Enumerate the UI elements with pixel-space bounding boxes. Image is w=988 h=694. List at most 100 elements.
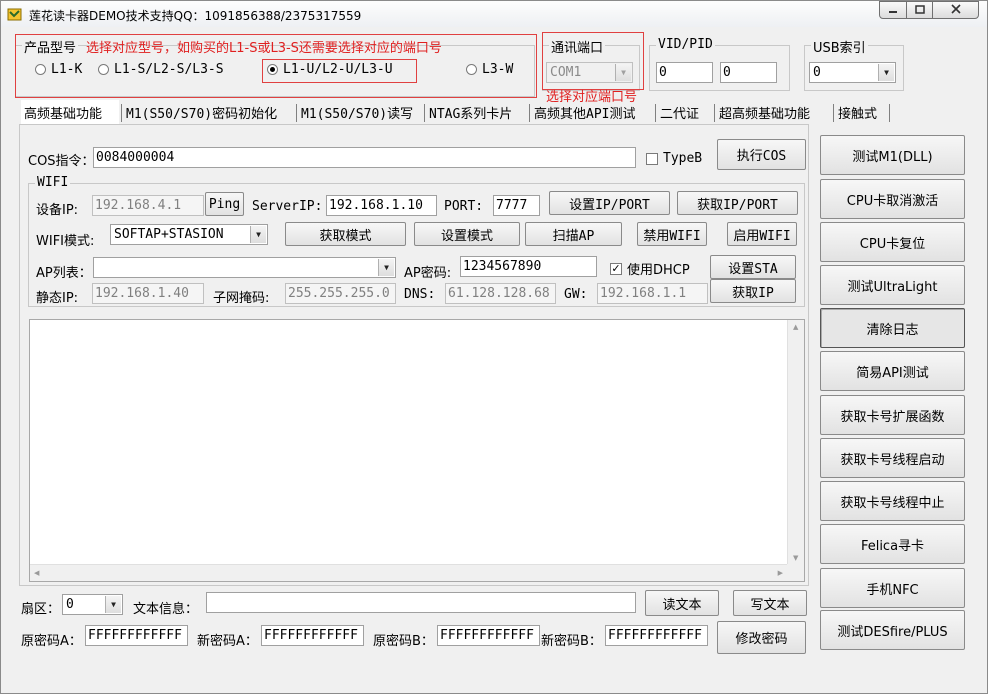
ap-password-input[interactable]: 1234567890 (460, 256, 597, 277)
get-ip-port-button[interactable]: 获取IP/PORT (677, 191, 798, 215)
exec-cos-button[interactable]: 执行COS (717, 139, 806, 170)
cpu-reset-button[interactable]: CPU卡复位 (820, 222, 965, 262)
cos-input[interactable]: 0084000004 (93, 147, 636, 168)
scroll-right-icon: ▶ (777, 569, 783, 577)
log-textarea[interactable]: ▲ ▼ ◀ ▶ (29, 319, 805, 582)
ap-list-select[interactable]: ▼ (93, 257, 396, 278)
new-key-b-label: 新密码B： (541, 634, 602, 649)
read-text-button[interactable]: 读文本 (645, 590, 719, 616)
pid-input[interactable]: 0 (720, 62, 777, 83)
tab-separator (121, 104, 122, 122)
dns-input[interactable]: 61.128.128.68 (445, 283, 556, 304)
simple-api-test-button[interactable]: 简易API测试 (820, 351, 965, 391)
button-label: Ping (208, 196, 241, 212)
felica-search-button[interactable]: Felica寻卡 (820, 524, 965, 564)
minimize-button[interactable] (879, 1, 907, 19)
set-mode-button[interactable]: 设置模式 (414, 222, 520, 246)
wifi-mode-label: WIFI模式: (36, 234, 95, 249)
tab-label: 高频基础功能 (24, 106, 103, 122)
wifi-mode-select[interactable]: SOFTAP+STASION ▼ (110, 224, 268, 245)
scroll-down-icon: ▼ (793, 554, 799, 562)
set-ip-port-button[interactable]: 设置IP/PORT (549, 191, 670, 215)
test-desfire-button[interactable]: 测试DESfire/PLUS (820, 610, 965, 650)
new-key-a-input[interactable]: FFFFFFFFFFFF (261, 625, 364, 646)
checkbox-box (646, 152, 658, 165)
write-text-button[interactable]: 写文本 (733, 590, 807, 616)
tab-m1-key-init[interactable]: M1(S50/S70)密码初始化 (123, 100, 280, 124)
old-key-a-label: 原密码A： (21, 634, 82, 649)
log-vertical-scrollbar[interactable]: ▲ ▼ (787, 320, 804, 565)
button-label: 获取卡号线程启动 (840, 452, 945, 468)
new-key-b-input[interactable]: FFFFFFFFFFFF (605, 625, 708, 646)
enable-wifi-button[interactable]: 启用WIFI (727, 222, 797, 246)
old-key-b-input[interactable]: FFFFFFFFFFFF (437, 625, 540, 646)
radio-l1-s[interactable]: L1-S/L2-S/L3-S (98, 62, 224, 77)
vid-input[interactable]: 0 (656, 62, 713, 83)
chevron-down-icon: ▼ (250, 226, 266, 243)
usb-group-label: USB索引 (811, 37, 868, 56)
button-label: 读文本 (662, 597, 702, 613)
log-horizontal-scrollbar[interactable]: ◀ ▶ (30, 564, 787, 581)
title-bar[interactable]: 莲花读卡器DEMO技术支持QQ：1091856388/2375317559 (1, 1, 987, 27)
tab-hf-basic[interactable]: 高频基础功能 (21, 100, 119, 124)
get-mode-button[interactable]: 获取模式 (285, 222, 406, 246)
radio-l1-k[interactable]: L1-K (35, 62, 82, 77)
gw-input[interactable]: 192.168.1.1 (597, 283, 708, 304)
radio-label: L1-K (51, 62, 83, 77)
scroll-corner (787, 564, 804, 581)
sector-select[interactable]: 0 ▼ (62, 594, 123, 615)
text-info-input[interactable] (206, 592, 636, 613)
scan-ap-button[interactable]: 扫描AP (525, 222, 622, 246)
get-ip-button[interactable]: 获取IP (710, 279, 796, 303)
usb-index-select[interactable]: 0 ▼ (809, 62, 896, 83)
tab-ntag[interactable]: NTAG系列卡片 (426, 100, 515, 124)
radio-label: L1-U/L2-U/L3-U (283, 62, 393, 77)
device-ip-input[interactable]: 192.168.4.1 (92, 195, 204, 216)
chevron-down-icon: ▼ (615, 64, 631, 81)
change-key-button[interactable]: 修改密码 (717, 621, 806, 654)
port-input[interactable]: 7777 (493, 195, 540, 216)
set-sta-button[interactable]: 设置STA (710, 255, 796, 279)
dhcp-label: 使用DHCP (627, 263, 690, 278)
subnet-input[interactable]: 255.255.255.0 (285, 283, 396, 304)
test-m1-dll-button[interactable]: 测试M1(DLL) (820, 135, 965, 175)
product-annotation: 选择对应型号，如购买的L1-S或L3-S还需要选择对应的端口号 (86, 41, 442, 56)
tab-m1-rw[interactable]: M1(S50/S70)读写 (298, 100, 416, 124)
radio-l1-u[interactable]: L1-U/L2-U/L3-U (267, 62, 393, 77)
close-button[interactable] (932, 1, 979, 19)
button-label: 设置STA (728, 261, 778, 277)
test-ultralight-button[interactable]: 测试UltraLight (820, 265, 965, 305)
button-label: 简易API测试 (856, 365, 929, 381)
window-title: 莲花读卡器DEMO技术支持QQ：1091856388/2375317559 (29, 9, 362, 23)
button-label: 清除日志 (866, 322, 919, 338)
cpu-deactivate-button[interactable]: CPU卡取消激活 (820, 179, 965, 219)
tab-id-card[interactable]: 二代证 (657, 100, 702, 124)
radio-l3-w[interactable]: L3-W (466, 62, 513, 77)
tab-hf-other-api[interactable]: 高频其他API测试 (531, 100, 638, 124)
button-label: 手机NFC (866, 582, 919, 598)
get-card-ext-button[interactable]: 获取卡号扩展函数 (820, 395, 965, 435)
start-card-thread-button[interactable]: 获取卡号线程启动 (820, 438, 965, 478)
tab-contact[interactable]: 接触式 (835, 100, 880, 124)
clear-log-button[interactable]: 清除日志 (820, 308, 965, 348)
disable-wifi-button[interactable]: 禁用WIFI (637, 222, 707, 246)
vidpid-group-label: VID/PID (656, 37, 715, 52)
tab-label: 高频其他API测试 (534, 106, 636, 122)
usb-index-value: 0 (813, 65, 821, 80)
port-select[interactable]: COM1 ▼ (546, 62, 633, 83)
server-ip-label: ServerIP: (252, 199, 323, 214)
chevron-down-icon: ▼ (878, 64, 894, 81)
typeb-checkbox[interactable]: TypeB (646, 151, 702, 166)
tab-uhf-basic[interactable]: 超高频基础功能 (716, 100, 813, 124)
phone-nfc-button[interactable]: 手机NFC (820, 568, 965, 608)
old-key-a-input[interactable]: FFFFFFFFFFFF (85, 625, 188, 646)
stop-card-thread-button[interactable]: 获取卡号线程中止 (820, 481, 965, 521)
button-label: 获取模式 (319, 228, 372, 244)
server-ip-input[interactable]: 192.168.1.10 (326, 195, 437, 216)
typeb-label: TypeB (663, 151, 703, 166)
maximize-button[interactable] (906, 1, 933, 19)
check-icon: ✓ (610, 261, 622, 275)
static-ip-input[interactable]: 192.168.1.40 (92, 283, 204, 304)
ping-button[interactable]: Ping (205, 192, 244, 216)
dhcp-checkbox[interactable]: ✓ 使用DHCP (610, 259, 690, 278)
